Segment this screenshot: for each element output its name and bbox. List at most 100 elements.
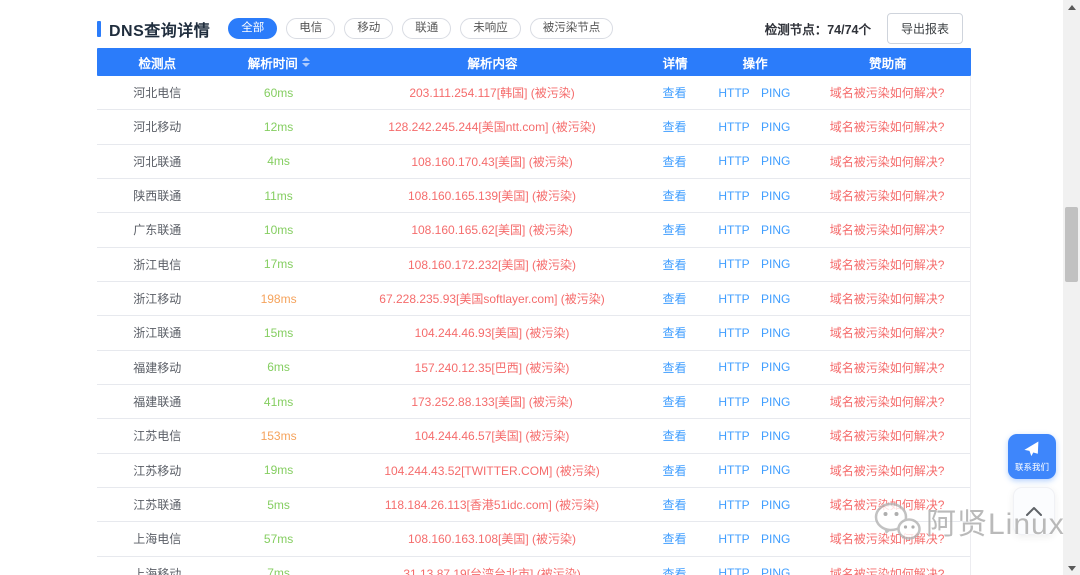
ping-test-link[interactable]: PING — [761, 292, 790, 306]
http-test-link[interactable]: HTTP — [718, 498, 749, 512]
sponsor-link[interactable]: 域名被污染如何解决? — [830, 258, 945, 272]
sponsor-link[interactable]: 域名被污染如何解决? — [830, 292, 945, 306]
ping-test-link[interactable]: PING — [761, 154, 790, 168]
sponsor-link[interactable]: 域名被污染如何解决? — [830, 429, 945, 443]
ping-test-link[interactable]: PING — [761, 189, 790, 203]
filter-tab-2[interactable]: 移动 — [344, 18, 393, 40]
ping-test-link[interactable]: PING — [761, 360, 790, 374]
view-detail-link[interactable]: 查看 — [662, 498, 686, 512]
ping-test-link[interactable]: PING — [761, 86, 790, 100]
view-detail-link[interactable]: 查看 — [662, 326, 686, 340]
dns-query-page: DNS查询详情 全部电信移动联通未响应被污染节点 检测节点：74/74个 导出报… — [0, 0, 1080, 575]
resolve-time: 10ms — [217, 223, 339, 237]
column-header-time: 解析时间 — [218, 53, 340, 72]
header-bar: DNS查询详情 全部电信移动联通未响应被污染节点 检测节点：74/74个 导出报… — [97, 0, 971, 42]
view-detail-link[interactable]: 查看 — [662, 86, 686, 100]
filter-tab-4[interactable]: 未响应 — [460, 18, 521, 40]
table-row: 广东联通 10ms 108.160.165.62[美国] (被污染) 查看 HT… — [97, 213, 970, 247]
http-test-link[interactable]: HTTP — [718, 429, 749, 443]
ping-test-link[interactable]: PING — [761, 498, 790, 512]
ping-test-link[interactable]: PING — [761, 532, 790, 546]
resolve-content: 173.252.88.133[美国] (被污染) — [340, 393, 645, 410]
view-detail-link[interactable]: 查看 — [662, 258, 686, 272]
view-detail-link[interactable]: 查看 — [662, 361, 686, 375]
view-detail-link[interactable]: 查看 — [662, 429, 686, 443]
view-detail-link[interactable]: 查看 — [662, 464, 686, 478]
sort-icon[interactable] — [302, 57, 310, 67]
node-name: 浙江联通 — [97, 324, 217, 341]
node-name: 上海移动 — [97, 565, 217, 575]
filter-tabs: 全部电信移动联通未响应被污染节点 — [228, 18, 613, 40]
title-accent-bar — [97, 21, 101, 37]
node-name: 浙江电信 — [97, 256, 217, 273]
http-test-link[interactable]: HTTP — [718, 463, 749, 477]
sponsor-link[interactable]: 域名被污染如何解决? — [830, 86, 945, 100]
sponsor-link[interactable]: 域名被污染如何解决? — [830, 532, 945, 546]
table-row: 上海移动 7ms 31.13.87.19[台湾台北市] (被污染) 查看 HTT… — [97, 557, 970, 575]
back-to-top-button[interactable] — [1013, 487, 1055, 535]
view-detail-link[interactable]: 查看 — [662, 120, 686, 134]
ping-test-link[interactable]: PING — [761, 223, 790, 237]
node-name: 江苏电信 — [97, 427, 217, 444]
contact-us-button[interactable]: 联系我们 — [1008, 434, 1056, 479]
node-name: 上海电信 — [97, 530, 217, 547]
scrollbar-up-arrow[interactable] — [1063, 0, 1080, 14]
sponsor-link[interactable]: 域名被污染如何解决? — [830, 223, 945, 237]
scrollbar-down-arrow[interactable] — [1063, 561, 1080, 575]
filter-tab-0[interactable]: 全部 — [228, 18, 277, 40]
ping-test-link[interactable]: PING — [761, 257, 790, 271]
http-test-link[interactable]: HTTP — [718, 120, 749, 134]
sponsor-link[interactable]: 域名被污染如何解决? — [830, 567, 945, 575]
view-detail-link[interactable]: 查看 — [662, 395, 686, 409]
ping-test-link[interactable]: PING — [761, 463, 790, 477]
scrollbar[interactable] — [1063, 0, 1080, 575]
ping-test-link[interactable]: PING — [761, 395, 790, 409]
http-test-link[interactable]: HTTP — [718, 395, 749, 409]
column-header-time-label: 解析时间 — [248, 53, 298, 72]
sponsor-link[interactable]: 域名被污染如何解决? — [830, 498, 945, 512]
http-test-link[interactable]: HTTP — [718, 86, 749, 100]
sponsor-link[interactable]: 域名被污染如何解决? — [830, 155, 945, 169]
view-detail-link[interactable]: 查看 — [662, 292, 686, 306]
http-test-link[interactable]: HTTP — [718, 532, 749, 546]
sponsor-link[interactable]: 域名被污染如何解决? — [830, 464, 945, 478]
sponsor-link[interactable]: 域名被污染如何解决? — [830, 395, 945, 409]
resolve-time: 60ms — [217, 86, 339, 100]
filter-tab-1[interactable]: 电信 — [286, 18, 335, 40]
http-test-link[interactable]: HTTP — [718, 360, 749, 374]
resolve-time: 57ms — [217, 532, 339, 546]
node-name: 广东联通 — [97, 221, 217, 238]
sponsor-link[interactable]: 域名被污染如何解决? — [830, 361, 945, 375]
http-test-link[interactable]: HTTP — [718, 189, 749, 203]
sponsor-link[interactable]: 域名被污染如何解决? — [830, 189, 945, 203]
scrollbar-thumb[interactable] — [1065, 207, 1078, 282]
sponsor-link[interactable]: 域名被污染如何解决? — [830, 120, 945, 134]
view-detail-link[interactable]: 查看 — [662, 189, 686, 203]
http-test-link[interactable]: HTTP — [718, 257, 749, 271]
resolve-content: 108.160.165.139[美国] (被污染) — [340, 187, 645, 204]
filter-tab-3[interactable]: 联通 — [402, 18, 451, 40]
table-row: 福建联通 41ms 173.252.88.133[美国] (被污染) 查看 HT… — [97, 385, 970, 419]
resolve-content: 31.13.87.19[台湾台北市] (被污染) — [340, 565, 645, 575]
view-detail-link[interactable]: 查看 — [662, 567, 686, 575]
ping-test-link[interactable]: PING — [761, 120, 790, 134]
http-test-link[interactable]: HTTP — [718, 326, 749, 340]
view-detail-link[interactable]: 查看 — [662, 532, 686, 546]
http-test-link[interactable]: HTTP — [718, 154, 749, 168]
view-detail-link[interactable]: 查看 — [662, 155, 686, 169]
http-test-link[interactable]: HTTP — [718, 566, 749, 575]
table-row: 江苏联通 5ms 118.184.26.113[香港51idc.com] (被污… — [97, 488, 970, 522]
table-row: 江苏电信 153ms 104.244.46.57[美国] (被污染) 查看 HT… — [97, 419, 970, 453]
view-detail-link[interactable]: 查看 — [662, 223, 686, 237]
node-count-label: 检测节点：74/74个 — [765, 19, 871, 38]
http-test-link[interactable]: HTTP — [718, 223, 749, 237]
ping-test-link[interactable]: PING — [761, 429, 790, 443]
dns-result-table: 检测点 解析时间 解析内容 详情 操作 赞助商 河北电信 60ms 203.11… — [97, 48, 971, 575]
ping-test-link[interactable]: PING — [761, 566, 790, 575]
sponsor-link[interactable]: 域名被污染如何解决? — [830, 326, 945, 340]
filter-tab-5[interactable]: 被污染节点 — [530, 18, 614, 40]
http-test-link[interactable]: HTTP — [718, 292, 749, 306]
export-report-button[interactable]: 导出报表 — [887, 13, 963, 44]
node-name: 福建联通 — [97, 393, 217, 410]
ping-test-link[interactable]: PING — [761, 326, 790, 340]
